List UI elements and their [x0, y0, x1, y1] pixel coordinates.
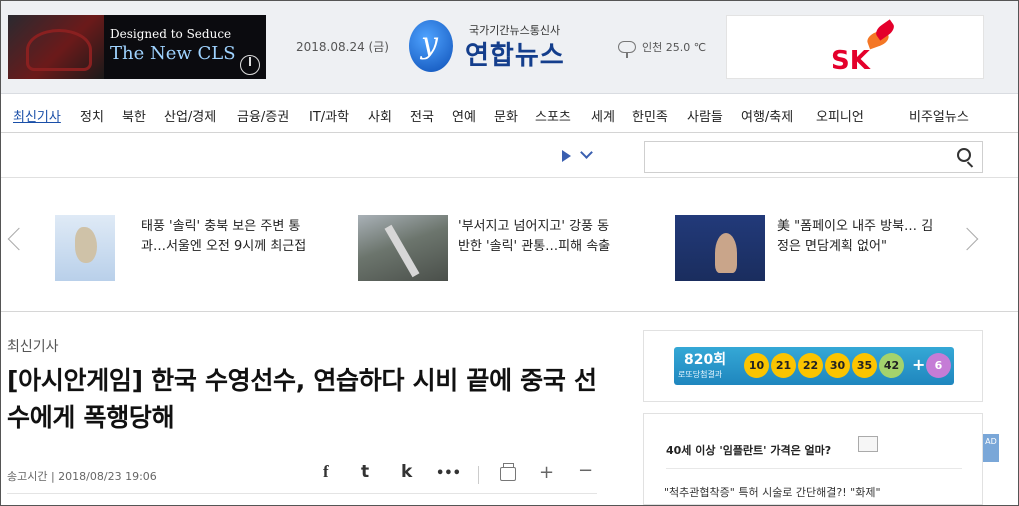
carousel-next-icon[interactable]: [955, 227, 979, 251]
more-options-icon[interactable]: •••: [436, 466, 461, 481]
cloud-rain-icon: [618, 41, 636, 58]
weather-text: 인천 25.0 ℃: [642, 41, 707, 54]
side-ad-text[interactable]: "척추관협착증" 특허 시술로 간단해결?! "화제": [664, 484, 881, 500]
nav-item-latest[interactable]: 최신기사: [13, 106, 61, 125]
top-header: Designed to Seduce The New CLS 2018.08.2…: [1, 1, 1018, 94]
yonhap-logo-icon: y: [409, 20, 453, 72]
chevron-down-icon[interactable]: [580, 146, 593, 159]
play-icon[interactable]: [562, 150, 571, 162]
side-ad-title[interactable]: 40세 이상 '임플란트' 가격은 얼마?: [666, 442, 831, 458]
nav-item-travel[interactable]: 여행/축제: [741, 106, 793, 125]
car-interior-image: [8, 15, 104, 79]
lotto-widget: 820회 로또당첨결과 10 21 22 30 35 42 + 6: [643, 330, 983, 402]
card-headline: '부서지고 넘어지고' 강풍 동반한 '솔릭' 관통…피해 속출: [458, 219, 611, 254]
nav-item-visual-news[interactable]: 비주얼뉴스: [909, 106, 969, 125]
side-ad-divider: [666, 468, 962, 469]
carousel-card[interactable]: '부서지고 넘어지고' 강풍 동반한 '솔릭' 관통…피해 속출: [358, 215, 648, 281]
lotto-ball: 10: [744, 353, 769, 378]
article-divider: [7, 493, 597, 494]
lotto-ball: 21: [771, 353, 796, 378]
nav-item-korean-diaspora[interactable]: 한민족: [632, 106, 668, 125]
card-headline: 美 "폼페이오 내주 방북… 김정은 면담계획 없어": [777, 219, 934, 254]
nav-item-nation[interactable]: 전국: [410, 106, 434, 125]
facebook-icon[interactable]: f: [323, 462, 329, 482]
lotto-ball: 30: [825, 353, 850, 378]
lotto-ball: 35: [852, 353, 877, 378]
nav-item-entertainment[interactable]: 연예: [452, 106, 476, 125]
nav-item-opinion[interactable]: 오피니언: [816, 106, 864, 125]
font-decrease-icon[interactable]: −: [578, 460, 593, 481]
sk-brand-text: SK: [831, 46, 870, 76]
nav-item-finance[interactable]: 금융/증권: [237, 106, 289, 125]
sk-ad-banner[interactable]: SK: [726, 15, 984, 79]
nav-item-north-korea[interactable]: 북한: [122, 106, 146, 125]
press-briefing-thumbnail: [675, 215, 765, 281]
logo-name: 연합뉴스: [465, 41, 565, 71]
search-icon[interactable]: [957, 148, 971, 162]
lotto-plus-sign: +: [912, 355, 926, 374]
main-navigation: 최신기사 정치 북한 산업/경제 금융/증권 IT/과학 사회 전국 연예 문화…: [1, 95, 1018, 133]
lotto-result-banner[interactable]: 820회 로또당첨결과 10 21 22 30 35 42 + 6: [674, 347, 954, 385]
search-row: [1, 134, 1018, 178]
ad-tagline: Designed to Seduce: [110, 27, 232, 41]
weather-widget[interactable]: 인천 25.0 ℃: [618, 39, 707, 58]
mercedes-star-icon: [240, 55, 260, 75]
nav-item-people[interactable]: 사람들: [687, 106, 723, 125]
nav-item-politics[interactable]: 정치: [80, 106, 104, 125]
lotto-round: 820회: [684, 352, 727, 368]
nav-item-world[interactable]: 세계: [591, 106, 615, 125]
side-ad-box: 40세 이상 '임플란트' 가격은 얼마? "척추관협착증" 특허 시술로 간단…: [643, 413, 983, 505]
ad-model-name: The New CLS: [110, 43, 236, 64]
card-headline: 태풍 '솔릭' 충북 보은 주변 통과…서울엔 오전 9시께 최근접: [141, 219, 307, 254]
twitter-icon[interactable]: t: [361, 462, 369, 482]
ad-badge[interactable]: AD: [983, 434, 999, 462]
headline-carousel: 태풍 '솔릭' 충북 보은 주변 통과…서울엔 오전 9시께 최근접 '부서지고…: [1, 179, 1018, 312]
carousel-card[interactable]: 美 "폼페이오 내주 방북… 김정은 면담계획 없어": [675, 215, 945, 281]
section-label[interactable]: 최신기사: [7, 336, 59, 356]
nav-item-society[interactable]: 사회: [368, 106, 392, 125]
print-icon[interactable]: [500, 463, 516, 481]
lotto-bonus-ball: 6: [926, 353, 951, 378]
font-increase-icon[interactable]: +: [539, 462, 554, 483]
search-input[interactable]: [644, 141, 983, 173]
mercedes-ad-banner[interactable]: Designed to Seduce The New CLS: [8, 15, 266, 79]
carousel-prev-icon[interactable]: [7, 227, 31, 251]
kakao-story-icon[interactable]: k: [401, 462, 412, 482]
broken-image-icon: [858, 436, 878, 452]
lotto-label: 로또당첨결과: [678, 370, 723, 379]
lotto-ball: 42: [879, 353, 904, 378]
nav-item-culture[interactable]: 문화: [494, 106, 518, 125]
storm-damage-thumbnail: [358, 215, 448, 281]
article-timestamp: 송고시간 | 2018/08/23 19:06: [7, 470, 157, 483]
yonhap-logo[interactable]: y 국가기간뉴스통신사 연합뉴스: [409, 20, 599, 74]
current-date: 2018.08.24 (금): [296, 40, 389, 54]
nav-item-it-science[interactable]: IT/과학: [309, 106, 349, 125]
article-headline: [아시안게임] 한국 수영선수, 연습하다 시비 끝에 중국 선수에게 폭행당해: [7, 366, 597, 432]
nav-item-economy[interactable]: 산업/경제: [164, 106, 216, 125]
lotto-ball: 22: [798, 353, 823, 378]
carousel-card[interactable]: 태풍 '솔릭' 충북 보은 주변 통과…서울엔 오전 9시께 최근접: [55, 215, 335, 281]
sk-butterfly-icon: [867, 24, 895, 46]
nav-item-sports[interactable]: 스포츠: [535, 106, 571, 125]
toolbar-divider: [478, 466, 479, 484]
typhoon-map-thumbnail: [55, 215, 115, 281]
